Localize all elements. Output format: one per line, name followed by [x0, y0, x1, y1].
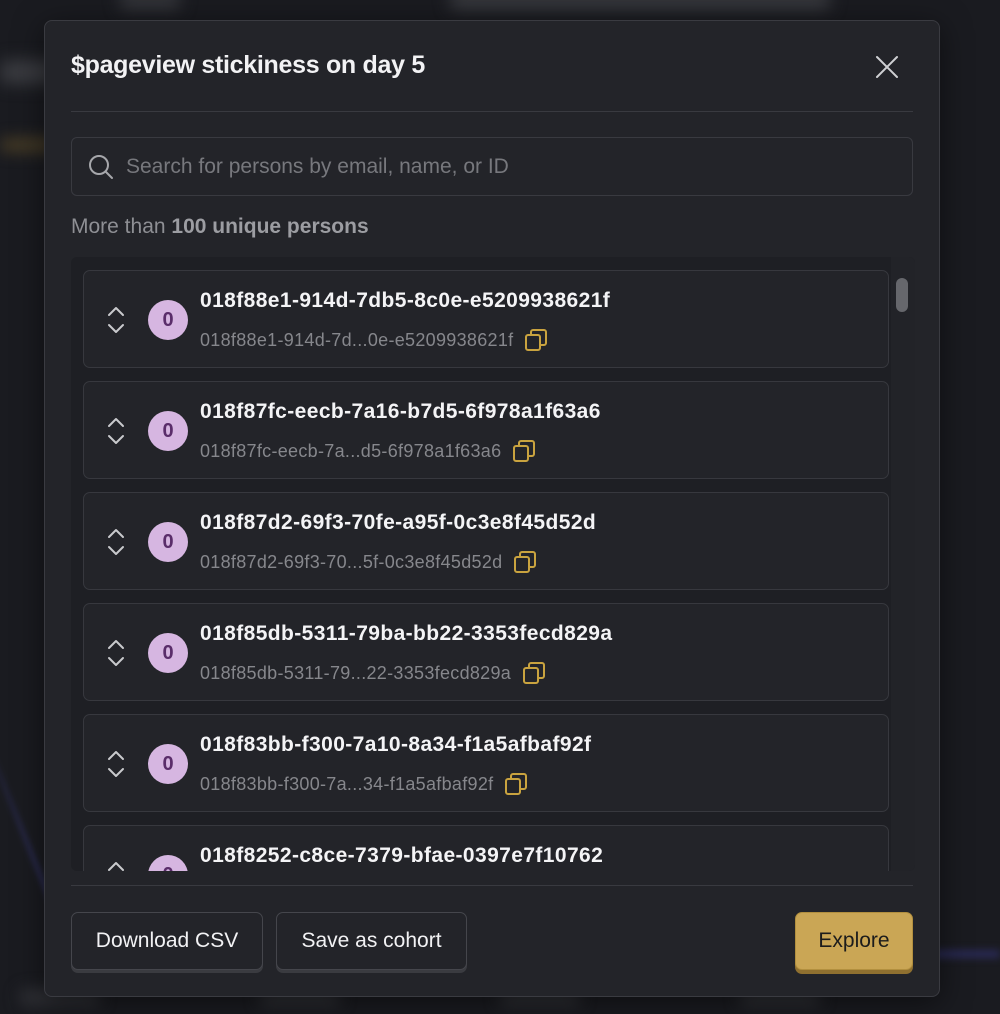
- persons-count: More than 100 unique persons: [71, 215, 369, 239]
- background-chart-line: [930, 950, 1000, 958]
- close-icon: [876, 56, 898, 78]
- person-name-link[interactable]: 018f8252-c8ce-7379-bfae-0397e7f10762: [200, 844, 603, 868]
- person-distinct-id: 018f87fc-eecb-7a...d5-6f978a1f63a6: [200, 440, 502, 461]
- avatar: 0: [148, 633, 188, 673]
- save-as-cohort-button[interactable]: Save as cohort: [276, 912, 467, 970]
- person-name-link[interactable]: 018f83bb-f300-7a10-8a34-f1a5afbaf92f: [200, 733, 591, 757]
- person-name-link[interactable]: 018f88e1-914d-7db5-8c0e-e5209938621f: [200, 289, 610, 313]
- copy-icon[interactable]: [511, 438, 537, 464]
- expand-collapse-icon[interactable]: [105, 748, 127, 780]
- copy-icon[interactable]: [521, 660, 547, 686]
- person-id-row: 018f83bb-f300-7a...34-f1a5afbaf92f: [200, 771, 529, 797]
- person-row[interactable]: 0 018f88e1-914d-7db5-8c0e-e5209938621f 0…: [83, 270, 889, 368]
- person-row[interactable]: 0 018f8252-c8ce-7379-bfae-0397e7f10762: [83, 825, 889, 871]
- modal-footer: Download CSV Save as cohort Explore: [71, 885, 913, 997]
- person-name-link[interactable]: 018f87fc-eecb-7a16-b7d5-6f978a1f63a6: [200, 400, 601, 424]
- persons-list-container: 0 018f88e1-914d-7db5-8c0e-e5209938621f 0…: [71, 257, 915, 871]
- search-icon: [89, 154, 113, 179]
- person-id-row: 018f87fc-eecb-7a...d5-6f978a1f63a6: [200, 438, 537, 464]
- persons-count-prefix: More than: [71, 215, 166, 238]
- background-blur-block: [450, 0, 830, 10]
- person-distinct-id: 018f83bb-f300-7a...34-f1a5afbaf92f: [200, 773, 494, 794]
- expand-collapse-icon[interactable]: [105, 415, 127, 447]
- person-distinct-id: 018f88e1-914d-7d...0e-e5209938621f: [200, 329, 514, 350]
- download-csv-button[interactable]: Download CSV: [71, 912, 263, 970]
- person-distinct-id: 018f87d2-69f3-70...5f-0c3e8f45d52d: [200, 551, 503, 572]
- modal-header: $pageview stickiness on day 5: [71, 21, 913, 112]
- copy-icon[interactable]: [512, 549, 538, 575]
- avatar: 0: [148, 522, 188, 562]
- person-row[interactable]: 0 018f87d2-69f3-70fe-a95f-0c3e8f45d52d 0…: [83, 492, 889, 590]
- person-name-link[interactable]: 018f85db-5311-79ba-bb22-3353fecd829a: [200, 622, 612, 646]
- search-input[interactable]: [126, 154, 912, 179]
- person-row[interactable]: 0 018f83bb-f300-7a10-8a34-f1a5afbaf92f 0…: [83, 714, 889, 812]
- person-id-row: 018f87d2-69f3-70...5f-0c3e8f45d52d: [200, 549, 538, 575]
- person-name-link[interactable]: 018f87d2-69f3-70fe-a95f-0c3e8f45d52d: [200, 511, 596, 535]
- expand-collapse-icon[interactable]: [105, 637, 127, 669]
- scrollbar-thumb[interactable]: [896, 278, 908, 312]
- avatar: 0: [148, 744, 188, 784]
- persons-modal: $pageview stickiness on day 5 More than …: [44, 20, 940, 997]
- copy-icon[interactable]: [503, 771, 529, 797]
- scrollbar[interactable]: [891, 257, 915, 871]
- expand-collapse-icon[interactable]: [105, 526, 127, 558]
- close-button[interactable]: [873, 53, 901, 81]
- avatar: 0: [148, 411, 188, 451]
- search-box[interactable]: [71, 137, 913, 196]
- persons-list: 0 018f88e1-914d-7db5-8c0e-e5209938621f 0…: [83, 270, 889, 871]
- person-id-row: 018f85db-5311-79...22-3353fecd829a: [200, 660, 547, 686]
- person-distinct-id: 018f85db-5311-79...22-3353fecd829a: [200, 662, 512, 683]
- avatar: 0: [148, 855, 188, 871]
- avatar: 0: [148, 300, 188, 340]
- copy-icon[interactable]: [523, 327, 549, 353]
- modal-title: $pageview stickiness on day 5: [71, 51, 425, 79]
- persons-count-value: 100 unique persons: [171, 215, 369, 238]
- person-row[interactable]: 0 018f85db-5311-79ba-bb22-3353fecd829a 0…: [83, 603, 889, 701]
- expand-collapse-icon[interactable]: [105, 859, 127, 871]
- background-blur-block: [120, 0, 180, 10]
- explore-button[interactable]: Explore: [795, 912, 913, 970]
- expand-collapse-icon[interactable]: [105, 304, 127, 336]
- person-row[interactable]: 0 018f87fc-eecb-7a16-b7d5-6f978a1f63a6 0…: [83, 381, 889, 479]
- person-id-row: 018f88e1-914d-7d...0e-e5209938621f: [200, 327, 549, 353]
